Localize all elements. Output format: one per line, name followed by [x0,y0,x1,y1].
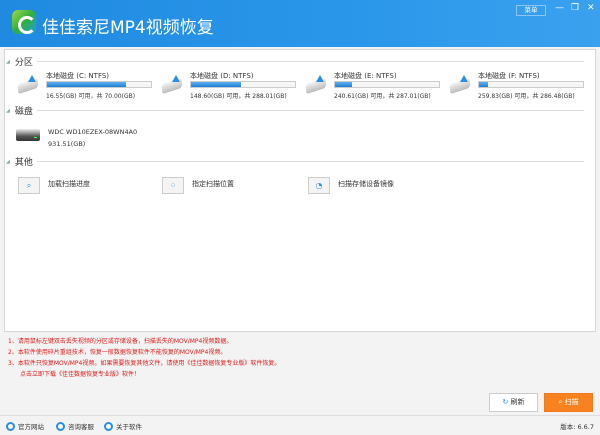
title-bar: 佳佳索尼MP4视频恢复 菜单 — ❐ ✕ [0,0,600,47]
partition-item[interactable]: 本地磁盘 (E: NTFS) 240.61(GB) 可用，共 287.01(GB… [306,69,446,100]
section-title: 其他 [14,158,33,168]
disk-size: 931.51(GB) [48,140,86,148]
partition-name: 本地磁盘 (F: NTFS) [478,72,540,80]
partition-disk-icon [18,75,40,95]
search-icon: ⌕ [558,398,563,406]
refresh-label: 刷新 [510,398,525,406]
refresh-icon: ↻ [502,398,509,406]
usage-bar [334,81,440,88]
download-link[interactable]: 点击立即下载《佳佳数据恢复专业版》软件！ [8,369,280,380]
minimize-button[interactable]: — [555,3,564,13]
section-title: 分区 [14,58,33,68]
link-label: 关于软件 [116,423,142,431]
app-logo-icon [12,10,36,34]
note: 1、请用鼠标左键双击丢失视频的分区或存储设备，扫描丢失的MOV/MP4视频数据。 [8,338,233,345]
collapse-icon[interactable]: ◢ [6,159,10,165]
close-button[interactable]: ✕ [587,3,595,13]
usage-bar [190,81,296,88]
link-label: 官方网站 [18,423,44,431]
partition-info: 148.60(GB) 可用，共 288.01(GB) [190,93,287,100]
info-icon [104,421,113,431]
note: 2、本软件使用碎片重组技术，恢复一般数据恢复软件不能恢复的MOV/MP4视频。 [8,349,227,356]
item-label: 指定扫描位置 [192,180,234,188]
item-label: 扫描存储设备镜像 [338,180,394,188]
partition-disk-icon [162,75,184,95]
version-label: 版本: 6.6.7 [560,423,594,431]
partition-name: 本地磁盘 (E: NTFS) [334,72,397,80]
partition-info: 16.55(GB) 可用，共 70.00(GB) [46,93,136,100]
link-label: 咨询客服 [68,423,94,431]
image-file-icon: ◔ [308,177,330,194]
partition-name: 本地磁盘 (C: NTFS) [46,72,110,80]
scan-button[interactable]: ⌕ 扫描 [544,393,593,412]
maximize-button[interactable]: ❐ [571,3,579,13]
menu-button[interactable]: 菜单 [516,5,546,16]
chat-icon [56,421,65,431]
scan-label: 扫描 [564,398,579,406]
partition-name: 本地磁盘 (D: NTFS) [190,72,254,80]
usage-bar [478,81,584,88]
usage-bar [46,81,152,88]
partition-item[interactable]: 本地磁盘 (F: NTFS) 259.83(GB) 可用，共 286.48(GB… [450,69,590,100]
partition-item[interactable]: 本地磁盘 (C: NTFS) 16.55(GB) 可用，共 70.00(GB) [18,69,158,100]
item-label: 加载扫描进度 [48,180,90,188]
hard-disk-icon [16,129,40,141]
refresh-button[interactable]: ↻ 刷新 [489,393,538,412]
partition-info: 259.83(GB) 可用，共 286.48(GB) [478,93,575,100]
magnifier-icon: ⌕ [18,177,40,194]
note: 3、本软件只恢复MOV/MP4视频。如果需要恢复其他文件，请使用《佳佳数据恢复专… [8,360,281,367]
partition-info: 240.61(GB) 可用，共 287.01(GB) [334,93,431,100]
partition-disk-icon [306,75,328,95]
section-disks: ◢ 磁盘 [6,104,584,117]
disk-name: WDC WD10EZEX-08WN4A0 [48,128,138,136]
partition-item[interactable]: 本地磁盘 (D: NTFS) 148.60(GB) 可用，共 288.01(GB… [162,69,302,100]
notes: 1、请用鼠标左键双击丢失视频的分区或存储设备，扫描丢失的MOV/MP4视频数据。… [8,336,280,380]
section-other: ◢ 其他 [6,155,584,168]
section-title: 磁盘 [14,107,33,117]
support-link[interactable]: 咨询客服 [56,421,94,431]
section-partitions: ◢ 分区 [6,55,584,68]
website-link[interactable]: 官方网站 [6,421,44,431]
home-icon [6,421,15,431]
footer: 官方网站 咨询客服 关于软件 版本: 6.6.7 [0,415,600,435]
collapse-icon[interactable]: ◢ [6,108,10,114]
collapse-icon[interactable]: ◢ [6,59,10,65]
partition-disk-icon [450,75,472,95]
about-link[interactable]: 关于软件 [104,421,142,431]
app-title: 佳佳索尼MP4视频恢复 [42,18,214,38]
target-icon: ⁘ [162,177,184,194]
